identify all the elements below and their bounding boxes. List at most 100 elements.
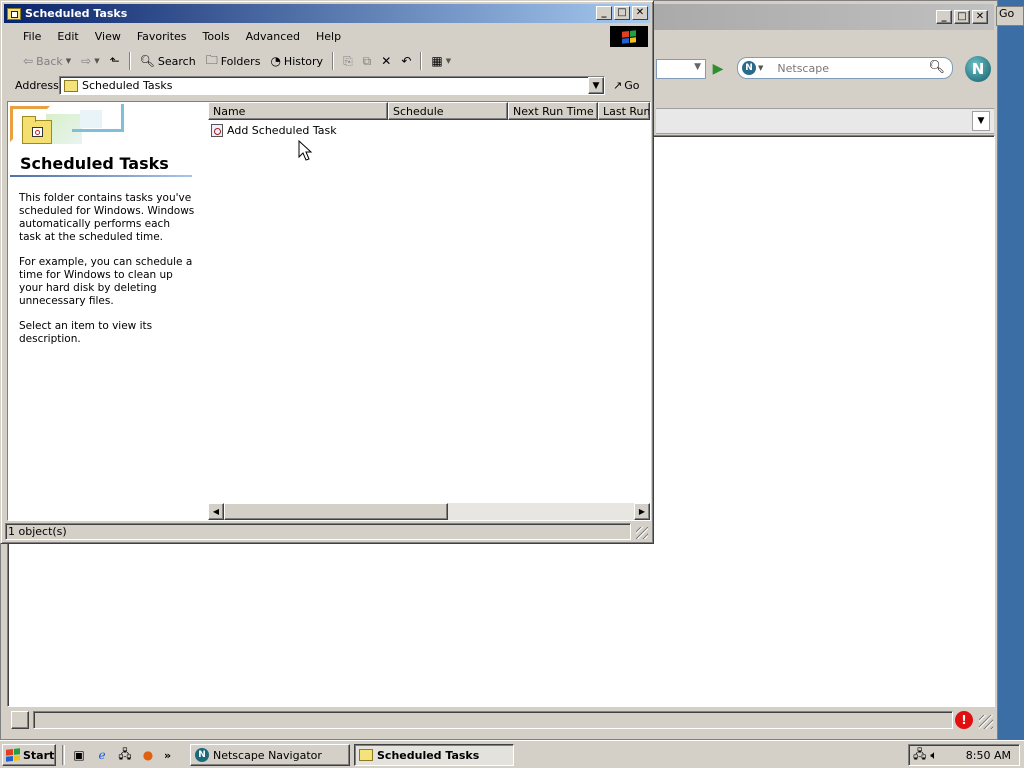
example-paragraph: For example, you can schedule a time for…: [19, 256, 193, 307]
chevron-down-icon[interactable]: ▼: [446, 57, 451, 65]
chevron-down-icon[interactable]: ▼: [94, 57, 99, 65]
description-paragraph: This folder contains tasks you've schedu…: [19, 192, 195, 243]
internet-explorer-icon[interactable]: ℯ: [93, 746, 111, 764]
search-button[interactable]: 🔍︎ Search: [136, 51, 200, 71]
menu-help[interactable]: Help: [308, 28, 349, 45]
views-button[interactable]: ▦ ▼: [427, 51, 455, 71]
move-to-button[interactable]: ⎘: [339, 51, 357, 71]
maximize-button[interactable]: □: [954, 10, 970, 24]
resize-grip[interactable]: [979, 715, 993, 729]
security-lock-icon[interactable]: [11, 711, 29, 729]
tab-list-dropdown[interactable]: ▼: [972, 111, 990, 131]
task-label: Netscape Navigator: [213, 748, 322, 762]
status-field: [33, 711, 953, 729]
network-status-icon[interactable]: 🖧: [913, 745, 926, 766]
task-list-view[interactable]: Name Schedule Next Run Time Last Run Add…: [208, 102, 650, 520]
copy-to-button[interactable]: ⧉: [359, 51, 376, 71]
menu-advanced[interactable]: Advanced: [238, 28, 308, 45]
explorer-window: Scheduled Tasks _ □ ✕ File Edit View Fav…: [0, 0, 654, 544]
go-button[interactable]: ↗ Go: [609, 76, 643, 95]
resize-grip[interactable]: [636, 527, 648, 539]
scrollbar-thumb[interactable]: [224, 503, 448, 520]
minimize-button[interactable]: _: [596, 6, 612, 20]
scheduled-tasks-folder-icon: [7, 7, 21, 20]
netscape-statusbar: !: [7, 709, 995, 731]
warning-icon[interactable]: !: [955, 711, 973, 729]
menu-tools[interactable]: Tools: [195, 28, 238, 45]
go-arrow-button[interactable]: ▶: [707, 58, 729, 79]
search-field[interactable]: N ▼ Netscape 🔍︎: [737, 57, 953, 79]
list-item-label: Add Scheduled Task: [227, 123, 337, 137]
start-button[interactable]: Start: [2, 744, 56, 766]
firefox-icon[interactable]: ●: [139, 746, 157, 764]
maximize-button[interactable]: □: [614, 6, 630, 20]
menu-favorites[interactable]: Favorites: [129, 28, 195, 45]
clock[interactable]: 8:50 AM: [966, 749, 1011, 762]
explorer-statusbar: 1 object(s): [4, 522, 650, 541]
chevron-down-icon: ▼: [694, 62, 701, 72]
quicklaunch-separator: [62, 745, 65, 765]
chevron-down-icon[interactable]: ▼: [66, 57, 71, 65]
divider: [10, 175, 192, 177]
status-text: 1 object(s): [5, 523, 631, 540]
taskbar-button-netscape[interactable]: N Netscape Navigator: [190, 744, 350, 766]
address-input[interactable]: Scheduled Tasks ▼: [59, 76, 605, 95]
column-header-last-run[interactable]: Last Run: [598, 102, 650, 120]
list-item[interactable]: Add Scheduled Task: [211, 122, 337, 138]
close-button[interactable]: ✕: [972, 10, 988, 24]
undo-icon: ↶: [401, 54, 412, 68]
column-header-name[interactable]: Name: [208, 102, 388, 120]
folder-icon: [359, 749, 373, 761]
up-folder-button[interactable]: ⬑: [106, 51, 124, 71]
url-dropdown[interactable]: ▼: [656, 59, 706, 79]
netscape-search-icon: N: [742, 61, 756, 75]
history-icon: ◔: [270, 54, 281, 68]
folders-button[interactable]: 🗀 Folders: [202, 51, 265, 71]
back-button[interactable]: ⇦ Back ▼: [19, 51, 75, 71]
menu-edit[interactable]: Edit: [49, 28, 86, 45]
quick-launch: ▣ ℯ 🖧 ● »: [70, 746, 171, 764]
search-icon: 🔍︎: [139, 54, 155, 68]
address-value: Scheduled Tasks: [82, 79, 173, 92]
delete-button[interactable]: ✕: [377, 51, 395, 71]
netscape-title-buttons: _ □ ✕: [936, 10, 988, 24]
copy-to-icon: ⧉: [362, 53, 372, 68]
history-button[interactable]: ◔ History: [266, 51, 327, 71]
search-icon[interactable]: 🔍︎: [928, 60, 945, 75]
add-task-icon: [211, 123, 223, 137]
netscape-icon: N: [195, 748, 209, 762]
horizontal-scrollbar[interactable]: ◀ ▶: [208, 503, 650, 520]
column-header-next-run-time[interactable]: Next Run Time: [508, 102, 598, 120]
task-label: Scheduled Tasks: [377, 748, 480, 762]
forward-button[interactable]: ⇨ ▼: [77, 51, 103, 71]
scroll-left-button[interactable]: ◀: [208, 503, 224, 520]
chevron-down-icon[interactable]: ▼: [588, 77, 604, 94]
go-arrow-icon: ↗: [613, 79, 623, 92]
menu-file[interactable]: File: [15, 28, 49, 45]
menu-view[interactable]: View: [87, 28, 129, 45]
more-icon[interactable]: »: [164, 749, 171, 762]
explorer-title-buttons: _ □ ✕: [596, 6, 648, 20]
explorer-body: Scheduled Tasks This folder contains tas…: [7, 101, 651, 521]
forward-arrow-icon: ⇨: [81, 54, 92, 68]
column-header-schedule[interactable]: Schedule: [388, 102, 508, 120]
scroll-right-button[interactable]: ▶: [634, 503, 650, 520]
show-desktop-icon[interactable]: ▣: [70, 746, 88, 764]
window-title: Scheduled Tasks: [25, 7, 128, 20]
background-go-button[interactable]: Go: [996, 6, 1024, 26]
netscape-logo[interactable]: N: [965, 56, 991, 82]
explorer-titlebar[interactable]: Scheduled Tasks _ □ ✕: [4, 4, 650, 23]
undo-button[interactable]: ↶: [397, 51, 415, 71]
network-icon[interactable]: 🖧: [116, 746, 134, 764]
history-label: History: [283, 54, 324, 68]
column-headers: Name Schedule Next Run Time Last Run: [208, 102, 650, 120]
taskbar-button-scheduled-tasks[interactable]: Scheduled Tasks: [354, 744, 514, 766]
folder-icon: [64, 79, 78, 92]
scheduled-tasks-folder-icon: [22, 116, 52, 144]
close-button[interactable]: ✕: [632, 6, 648, 20]
mouse-cursor-icon: [298, 140, 313, 161]
volume-icon[interactable]: 🔈︎: [930, 748, 937, 763]
standard-toolbar: ⇦ Back ▼ ⇨ ▼ ⬑ 🔍︎ Search 🗀 Folders ◔ His…: [7, 49, 647, 73]
minimize-button[interactable]: _: [936, 10, 952, 24]
toolbar-separator: [128, 52, 131, 70]
